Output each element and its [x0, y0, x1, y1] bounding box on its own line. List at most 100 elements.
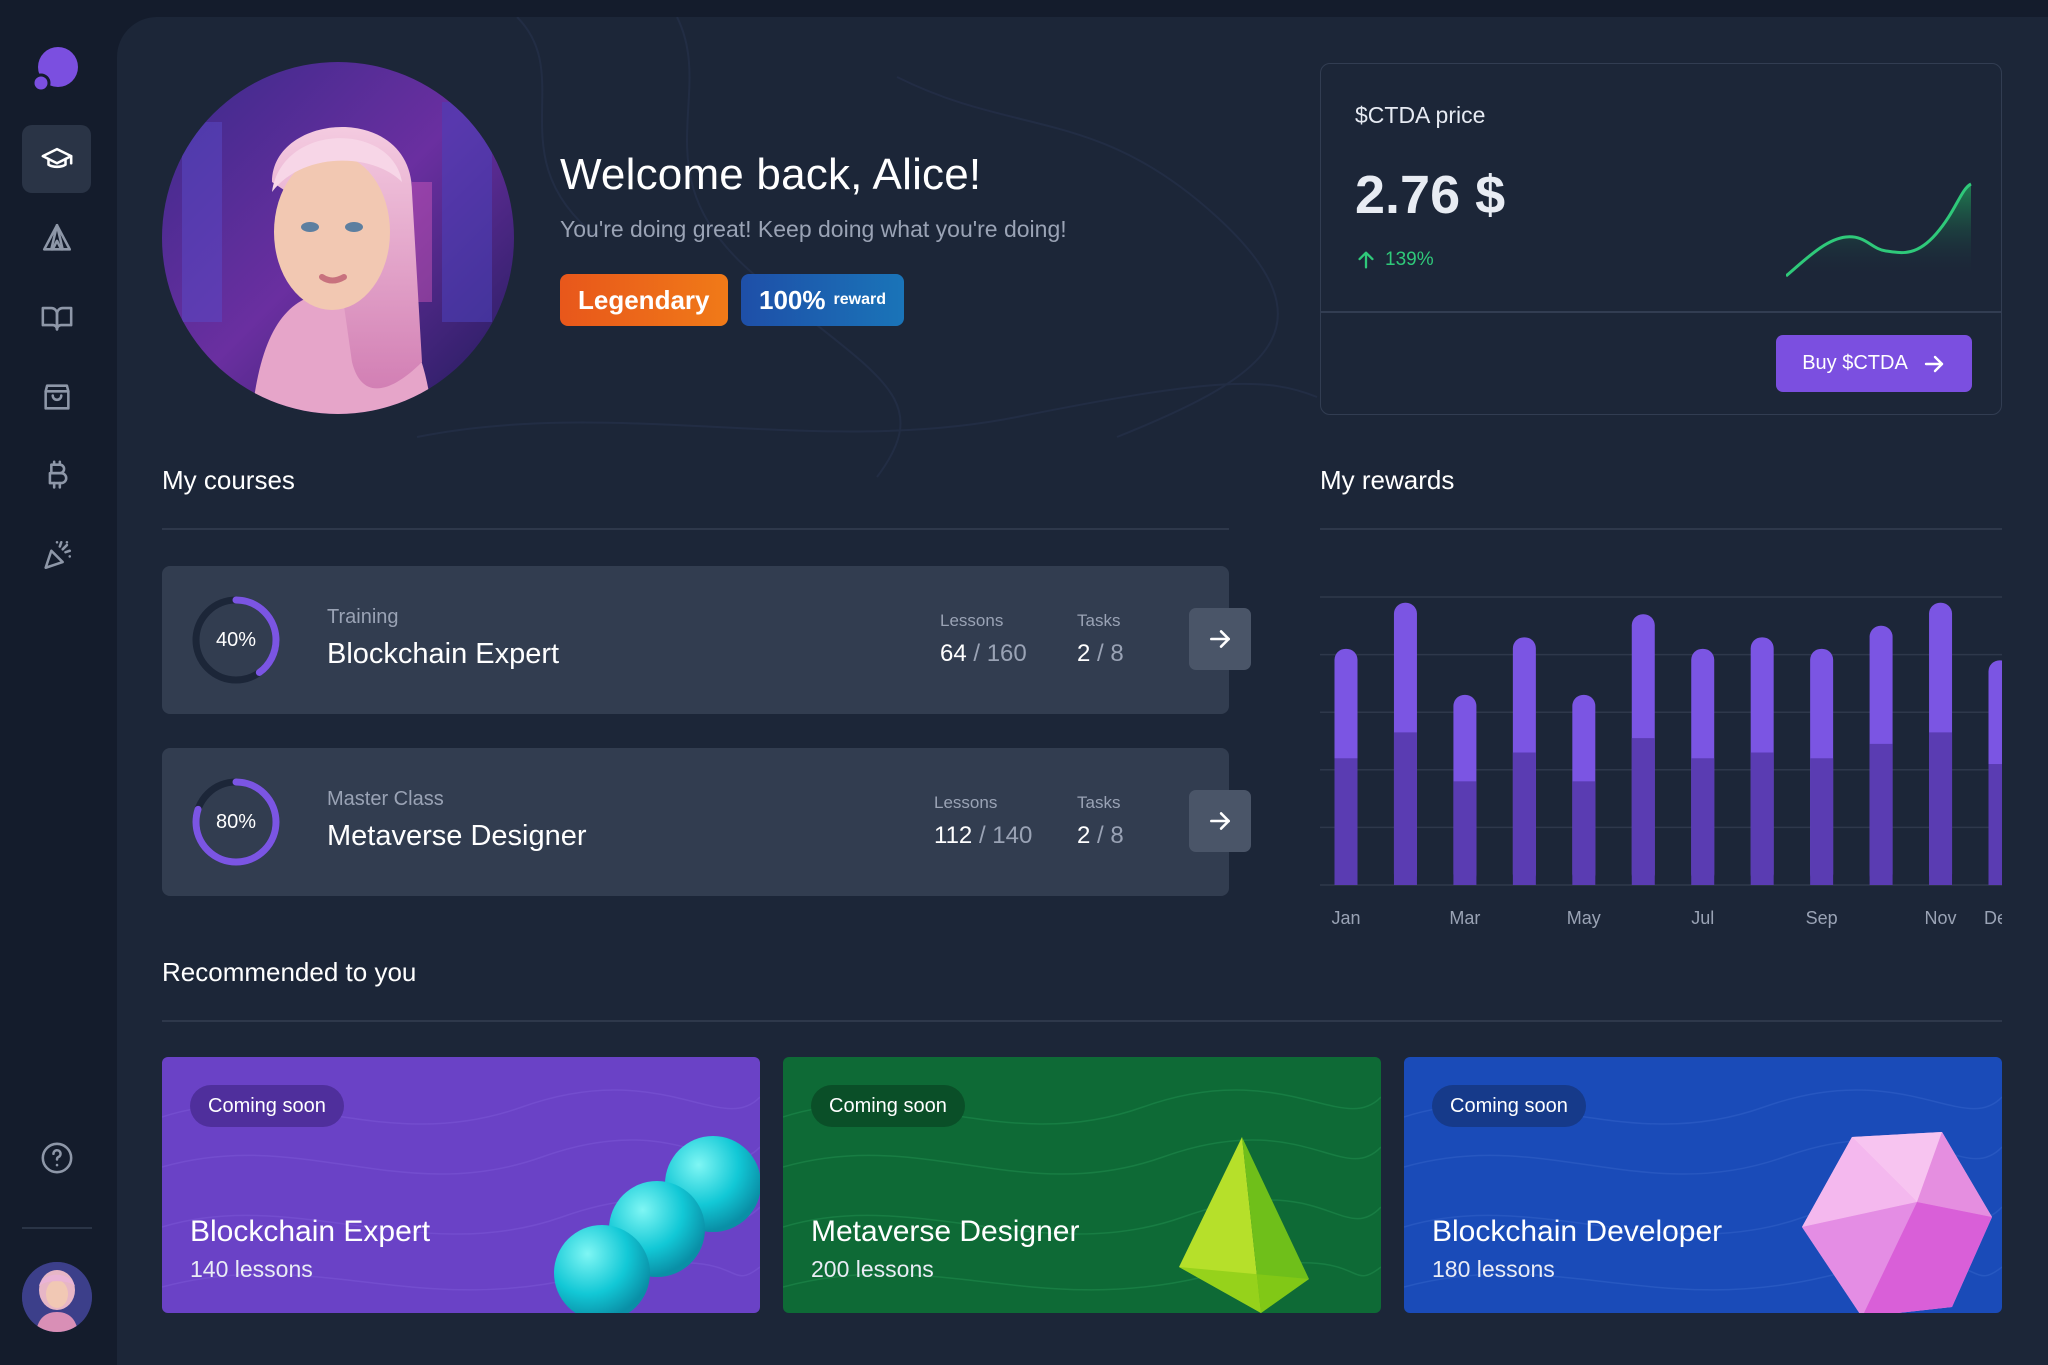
bar-jul-series-2: [1691, 758, 1715, 885]
level-badge: Legendary: [560, 274, 728, 326]
tasks-total: / 8: [1097, 822, 1124, 849]
x-tick-label: Jan: [1331, 908, 1360, 928]
rec-course-lessons: 200 lessons: [811, 1256, 934, 1282]
reward-badge: 100% reward: [741, 274, 904, 326]
recommended-card[interactable]: Coming soon Metaverse Designer 200 lesso…: [783, 1057, 1381, 1313]
course-card[interactable]: 40% Training Blockchain Expert Lessons 6…: [162, 566, 1251, 714]
price-change: 139%: [1355, 249, 1434, 271]
x-tick-label: Jul: [1691, 908, 1714, 928]
arrow-right-icon: [1210, 630, 1230, 648]
rewards-divider: [1320, 528, 2002, 530]
buy-token-button[interactable]: Buy $CTDA: [1776, 335, 1972, 392]
bar-nov-series-2: [1929, 732, 1953, 885]
profile-portrait: [162, 62, 514, 414]
spheres-illustration: [554, 1136, 760, 1313]
main-panel: Welcome back, Alice! You're doing great!…: [117, 17, 2048, 1365]
profile-picture: [162, 62, 514, 414]
price-value: 2.76 $: [1355, 165, 1506, 225]
recommended-divider: [162, 1020, 2002, 1022]
x-tick-label: Nov: [1925, 908, 1957, 928]
buy-token-label: Buy $CTDA: [1802, 352, 1908, 374]
my-rewards-title: My rewards: [1320, 465, 1455, 495]
course-kind: Training: [327, 606, 399, 628]
tasks-done: 2: [1077, 822, 1091, 849]
sidebar-divider: [22, 1227, 92, 1229]
bar-oct-series-2: [1869, 743, 1893, 885]
bitcoin-icon: [48, 460, 67, 489]
welcome-subtitle: You're doing great! Keep doing what you'…: [560, 216, 1067, 242]
tasks-total: / 8: [1097, 640, 1124, 667]
book-icon: [41, 306, 72, 331]
coming-soon-pill: Coming soon: [190, 1085, 344, 1127]
help-button[interactable]: [22, 1124, 91, 1192]
tasks-label: Tasks: [1077, 611, 1121, 630]
lessons-count: 64 / 160: [940, 640, 1027, 668]
my-courses-title: My courses: [162, 465, 295, 495]
arrow-up-icon: [1358, 251, 1374, 269]
course-kind: Master Class: [327, 788, 444, 810]
lessons-label: Lessons: [934, 793, 998, 812]
tasks-count: 2 / 8: [1077, 822, 1124, 850]
arrow-right-icon: [1210, 812, 1230, 830]
course-name: Blockchain Expert: [327, 638, 560, 670]
x-tick-label: Dec: [1984, 908, 2002, 928]
rec-course-lessons: 180 lessons: [1432, 1256, 1555, 1282]
arrow-right-icon: [1924, 355, 1943, 372]
rec-course-name: Metaverse Designer: [811, 1215, 1080, 1248]
token-price-card: $CTDA price 2.76 $ 139% Buy $CTDA: [1320, 63, 2002, 415]
sidebar-item-camp[interactable]: [22, 204, 91, 272]
price-change-value: 139%: [1385, 249, 1434, 270]
lessons-done: 112: [934, 822, 973, 849]
reward-badge-label: reward: [833, 291, 886, 308]
recommended-title: Recommended to you: [162, 957, 417, 987]
bar-may-series-2: [1572, 781, 1596, 885]
pyramid-illustration: [1179, 1137, 1309, 1313]
tent-icon: [42, 223, 71, 251]
sidebar-item-crypto[interactable]: [22, 442, 91, 510]
avatar-portrait: [22, 1262, 92, 1332]
x-tick-label: Sep: [1806, 908, 1838, 928]
party-popper-icon: [43, 540, 71, 570]
coming-soon-pill: Coming soon: [811, 1085, 965, 1127]
sidebar-item-courses[interactable]: [22, 125, 91, 193]
tasks-label: Tasks: [1077, 793, 1121, 812]
bar-jun-series-2: [1631, 738, 1655, 885]
progress-percent: 80%: [215, 810, 257, 833]
x-tick-label: May: [1567, 908, 1601, 928]
open-course-button[interactable]: [1189, 608, 1251, 670]
bar-feb-series-2: [1393, 732, 1417, 885]
lessons-done: 64: [940, 640, 967, 667]
gem-illustration: [1802, 1132, 1992, 1313]
bar-apr-series-2: [1512, 752, 1536, 885]
tasks-done: 2: [1077, 640, 1091, 667]
tasks-count: 2 / 8: [1077, 640, 1124, 668]
sidebar-item-shop[interactable]: [22, 363, 91, 431]
price-label: $CTDA price: [1355, 102, 1486, 128]
graduation-cap-icon: [41, 147, 72, 169]
app-logo[interactable]: [32, 45, 80, 93]
open-course-button[interactable]: [1189, 790, 1251, 852]
sidebar-item-library[interactable]: [22, 284, 91, 352]
lessons-label: Lessons: [940, 611, 1004, 630]
lessons-total: / 140: [978, 822, 1033, 849]
lessons-count: 112 / 140: [934, 822, 1032, 850]
rec-course-lessons: 140 lessons: [190, 1256, 313, 1282]
recommended-card[interactable]: Coming soon Blockchain Expert 140 lesson…: [162, 1057, 760, 1313]
sidebar-item-events[interactable]: [22, 521, 91, 589]
coming-soon-pill: Coming soon: [1432, 1085, 1586, 1127]
help-circle-icon: [41, 1142, 72, 1174]
progress-percent: 40%: [215, 628, 257, 651]
x-tick-label: Mar: [1449, 908, 1480, 928]
user-avatar[interactable]: [22, 1262, 92, 1332]
reward-badge-value: 100%: [759, 284, 826, 315]
course-name: Metaverse Designer: [327, 820, 587, 852]
price-card-divider: [1321, 311, 2001, 313]
price-sparkline: [1786, 182, 1972, 279]
rewards-bar-chart: Jan Mar May Jul Sep Nov Dec: [1320, 596, 2002, 928]
course-card[interactable]: 80% Master Class Metaverse Designer Less…: [162, 748, 1251, 896]
courses-divider: [162, 528, 1229, 530]
shopping-bag-icon: [43, 384, 70, 410]
rec-course-name: Blockchain Expert: [190, 1215, 431, 1248]
recommended-card[interactable]: Coming soon Blockchain Developer 180 les…: [1404, 1057, 2002, 1313]
bar-aug-series-2: [1750, 752, 1774, 885]
